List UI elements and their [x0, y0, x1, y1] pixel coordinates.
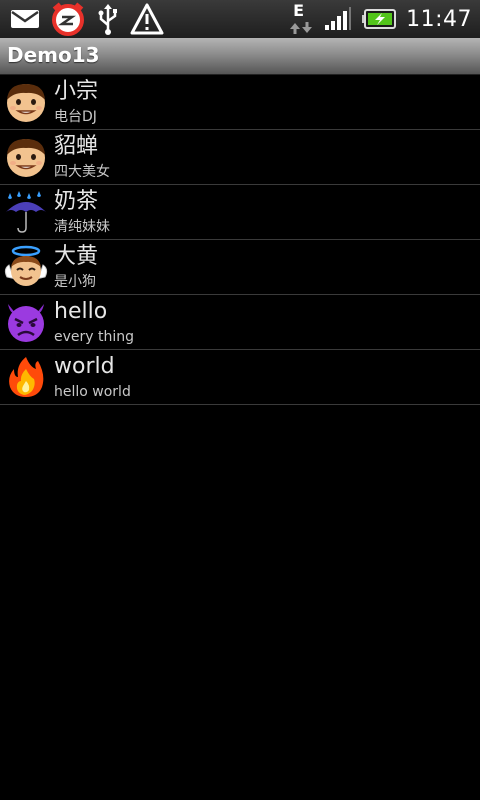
item-subtitle: hello world [54, 384, 131, 400]
list-item[interactable]: 大黄 是小狗 [0, 240, 480, 295]
notification-icons [10, 2, 164, 36]
boy-face-icon [7, 84, 45, 122]
item-title: 貂蝉 [54, 134, 99, 159]
contact-list: 小宗 电台DJ 貂蝉 四大美女 奶茶 清纯妹妹 大黄 是小狗 hello eve… [0, 75, 480, 405]
data-arrows-icon [290, 22, 313, 34]
item-title: 小宗 [54, 79, 99, 104]
list-item[interactable]: 貂蝉 四大美女 [0, 130, 480, 185]
boy-face-icon [7, 139, 45, 177]
status-bar: E 11:47 [0, 0, 480, 39]
alarm-clock-icon [52, 2, 84, 36]
item-title: 大黄 [54, 244, 99, 269]
app-title: Demo13 [7, 43, 100, 67]
item-title: world [54, 354, 115, 379]
fire-icon [9, 357, 44, 397]
system-icons: E 11:47 [288, 0, 472, 38]
list-item[interactable]: world hello world [0, 350, 480, 405]
usb-icon [98, 4, 117, 35]
rain-umbrella-icon [6, 191, 46, 233]
warning-icon [130, 3, 164, 35]
item-subtitle: 四大美女 [54, 164, 110, 180]
list-item[interactable]: 奶茶 清纯妹妹 [0, 185, 480, 240]
item-title: 奶茶 [54, 189, 99, 214]
list-item[interactable]: hello every thing [0, 295, 480, 350]
item-subtitle: 清纯妹妹 [54, 219, 110, 235]
signal-icon [325, 7, 352, 30]
angel-face-icon [4, 245, 48, 286]
network-indicator: E [288, 1, 314, 36]
devil-face-icon [8, 304, 44, 342]
mail-icon [11, 10, 39, 28]
item-subtitle: 电台DJ [54, 109, 97, 125]
list-item[interactable]: 小宗 电台DJ [0, 75, 480, 130]
network-type-label: E [293, 1, 305, 20]
clock: 11:47 [406, 6, 472, 32]
item-subtitle: every thing [54, 329, 135, 345]
item-subtitle: 是小狗 [54, 274, 96, 290]
item-title: hello [54, 299, 108, 324]
battery-charging-icon [362, 9, 397, 29]
app-title-bar: Demo13 [0, 38, 480, 75]
